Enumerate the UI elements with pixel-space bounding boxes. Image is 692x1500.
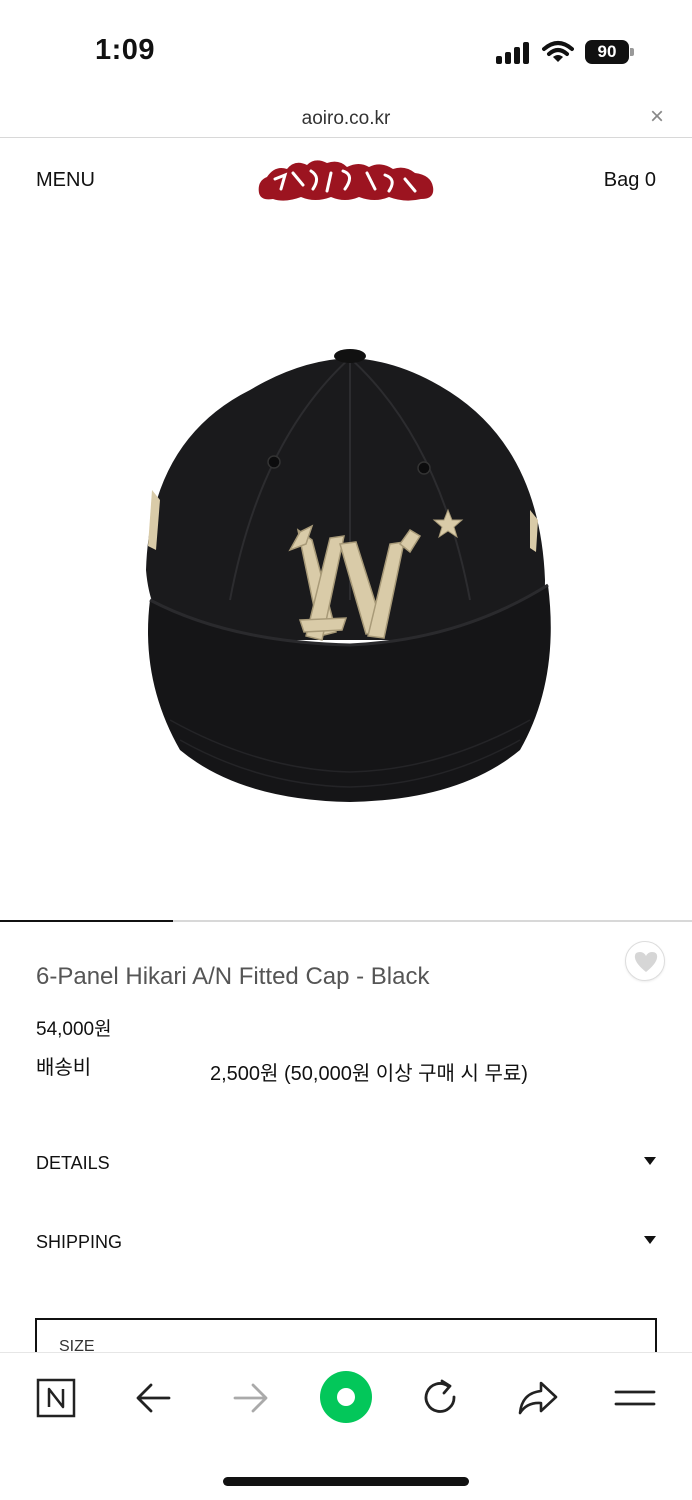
menu-button[interactable]: MENU [36,169,95,192]
url-text[interactable]: aoiro.co.kr [0,108,692,130]
chevron-down-icon [644,1236,656,1244]
details-accordion[interactable]: DETAILS [36,1153,658,1183]
carousel-progress [0,920,692,922]
back-arrow-icon[interactable] [131,1375,177,1421]
brand-logo[interactable] [255,155,437,205]
share-icon[interactable] [515,1375,561,1421]
wishlist-button[interactable] [625,941,665,981]
shipping-fee-value: 2,500원 (50,000원 이상 구매 시 무료) [210,1063,528,1085]
green-home-icon[interactable] [318,1369,374,1425]
chevron-down-icon [644,1157,656,1165]
wifi-icon [542,40,574,64]
naver-n-icon[interactable] [33,1375,79,1421]
heart-icon [634,952,658,972]
battery-level: 90 [585,40,629,64]
shipping-fee-label: 배송비 [36,1057,92,1079]
product-price: 54,000원 [36,1019,112,1040]
bag-button[interactable]: Bag 0 [604,169,656,192]
menu-icon[interactable] [612,1375,658,1421]
status-bar: 1:09 90 [0,0,692,100]
product-title: 6-Panel Hikari A/N Fitted Cap - Black [36,963,430,990]
signal-icon [496,42,532,64]
product-image[interactable] [0,300,692,860]
details-label: DETAILS [36,1153,110,1173]
carousel-progress-thumb [0,920,173,922]
status-time: 1:09 [95,34,156,66]
forward-arrow-icon[interactable] [227,1375,273,1421]
reload-icon[interactable] [418,1375,464,1421]
home-indicator[interactable] [223,1477,469,1486]
shipping-label: SHIPPING [36,1232,123,1252]
shipping-accordion[interactable]: SHIPPING [36,1232,658,1262]
site-header: MENU Bag 0 [0,140,692,220]
browser-toolbar [0,1352,692,1500]
browser-url-bar[interactable]: aoiro.co.kr × [0,100,692,138]
close-icon[interactable]: × [646,105,668,129]
battery-icon: 90 [585,40,635,64]
